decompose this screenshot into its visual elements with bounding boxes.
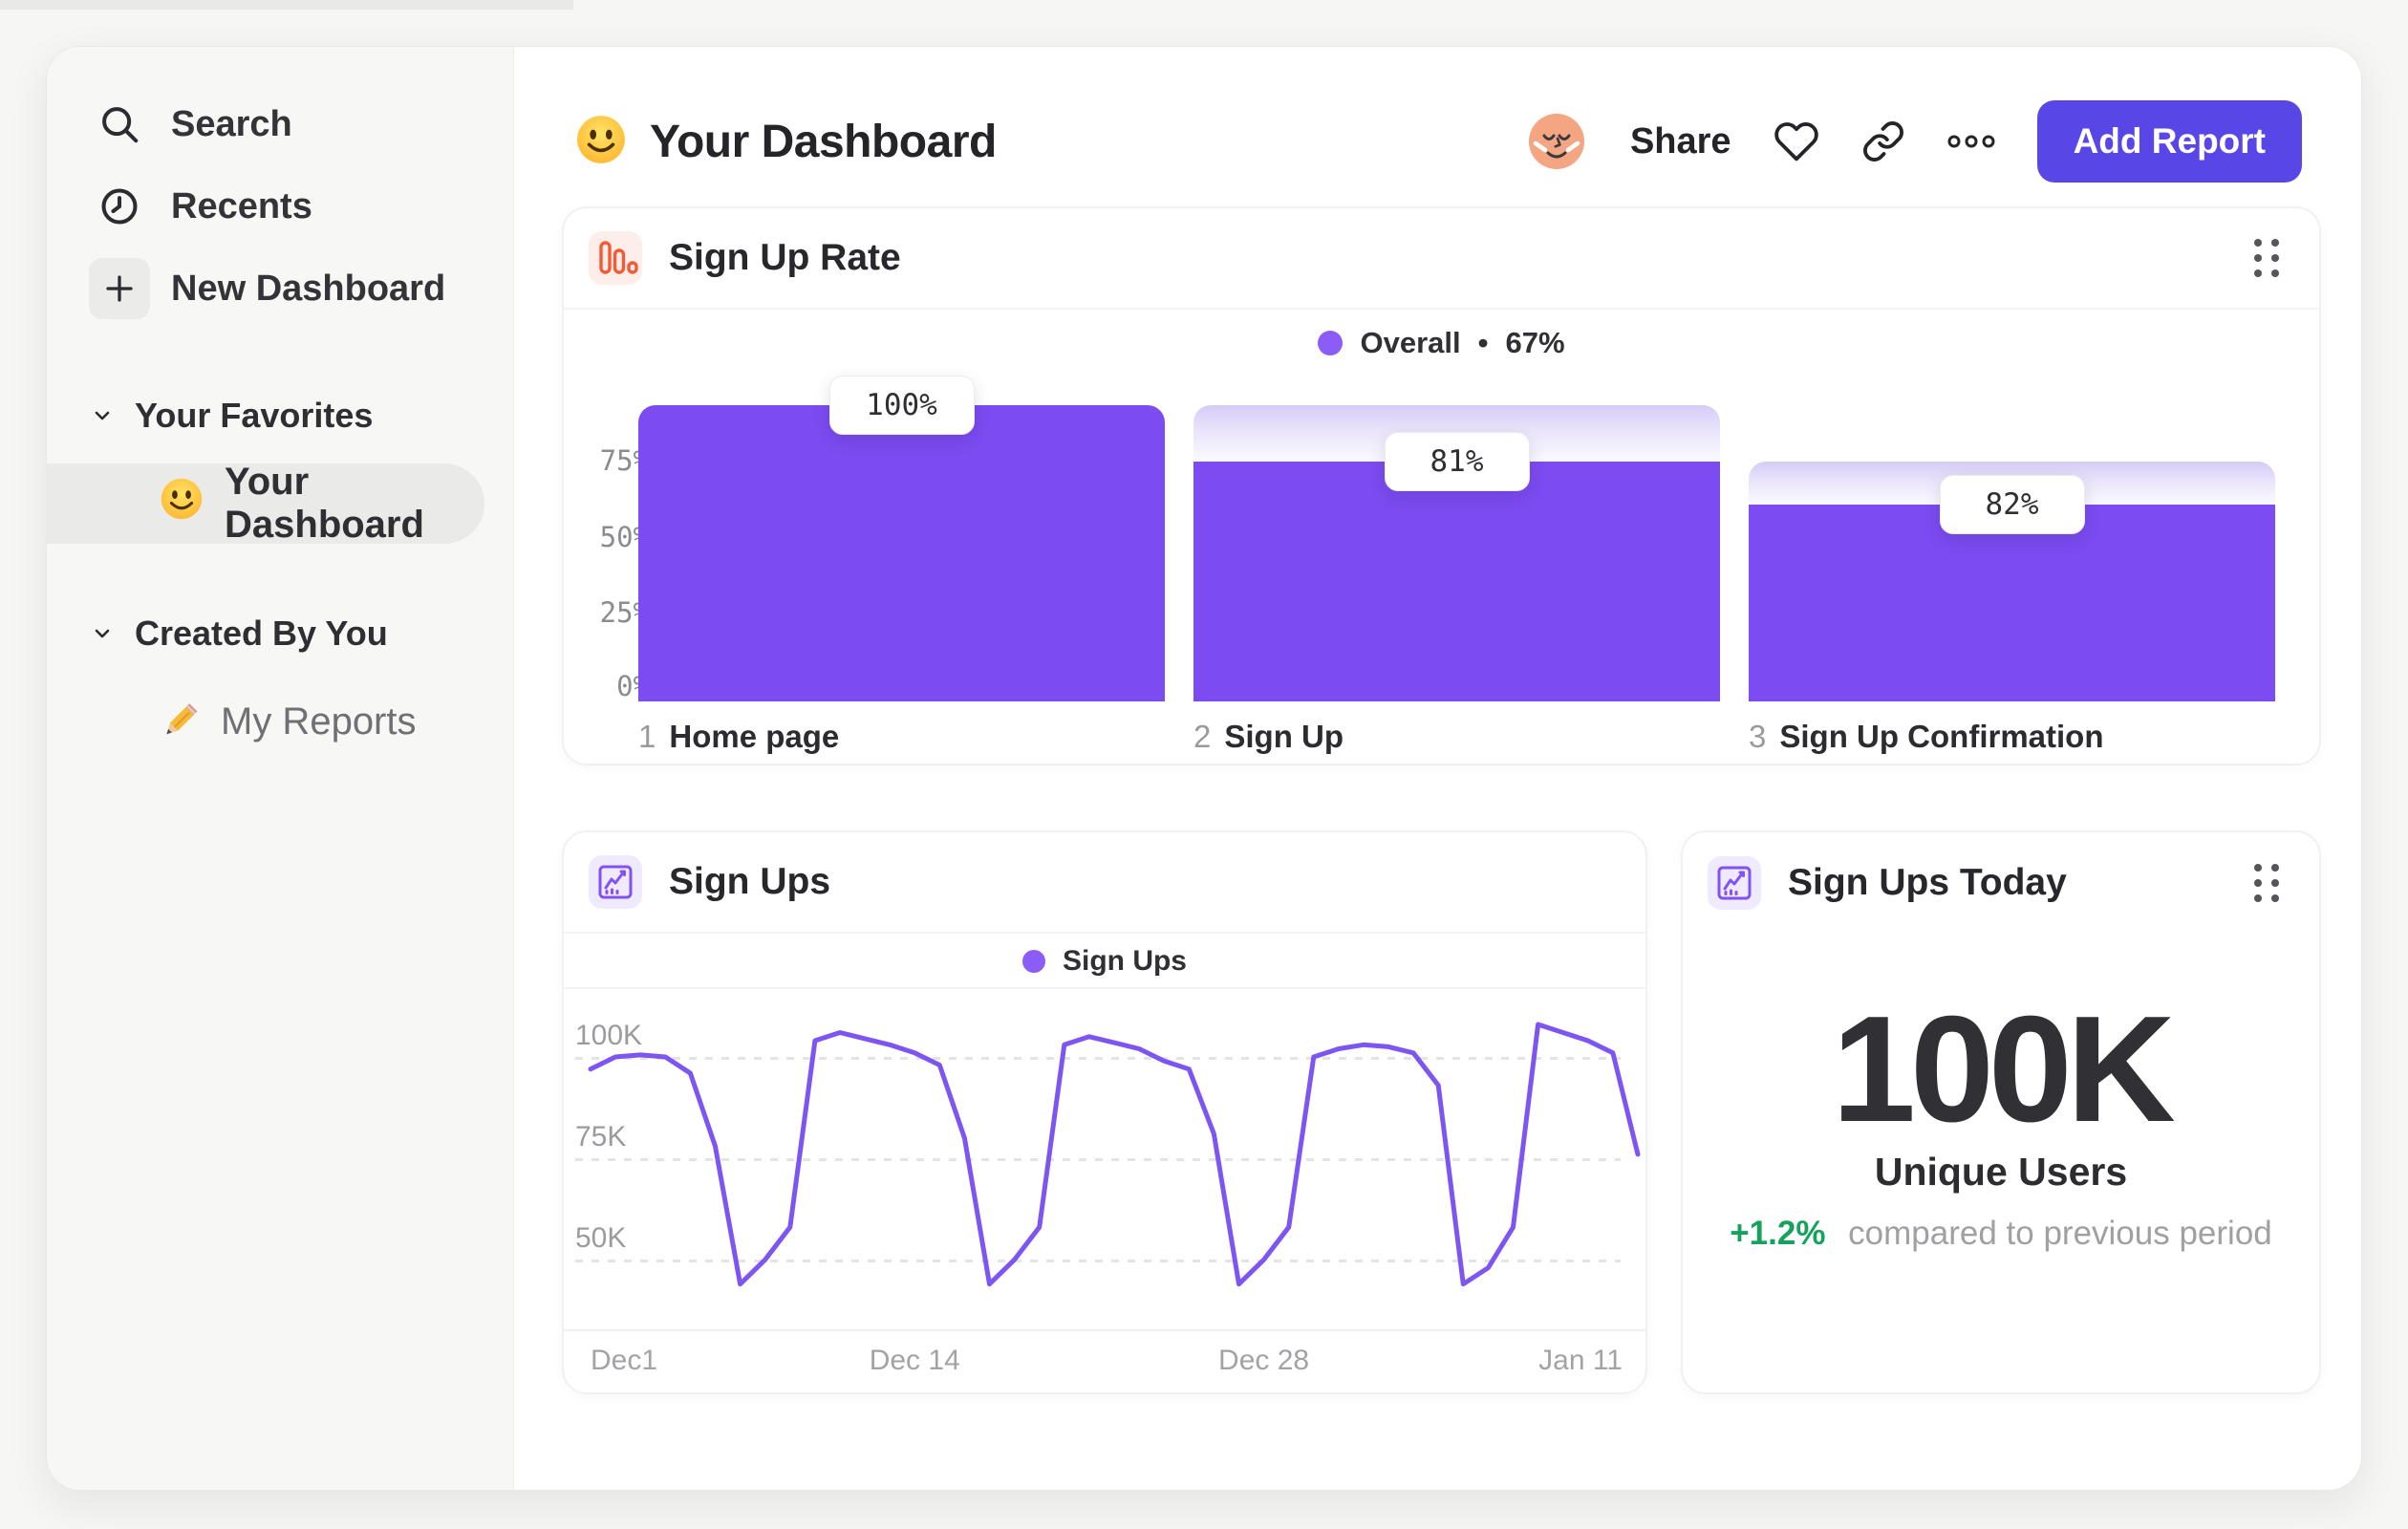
legend-series-value: 67% bbox=[1505, 326, 1565, 359]
favorites-section-header[interactable]: Your Favorites bbox=[47, 389, 513, 442]
category-label: 1 Home page bbox=[638, 719, 1165, 755]
bar-value-tooltip: 100% bbox=[828, 376, 975, 435]
legend-dot bbox=[1318, 331, 1344, 355]
chevron-down-icon bbox=[91, 396, 114, 436]
stat-label: Unique Users bbox=[1874, 1150, 2128, 1194]
sidebar-item-your-dashboard-active[interactable]: Your Dashboard bbox=[47, 461, 484, 546]
category-index: 1 bbox=[638, 719, 656, 754]
x-axis-tick: Dec 28 bbox=[1218, 1345, 1310, 1376]
line-chart-icon bbox=[589, 855, 642, 909]
created-section-header[interactable]: Created By You bbox=[47, 607, 513, 660]
smiley-emoji-icon bbox=[160, 477, 204, 530]
background-tab-strip bbox=[0, 0, 573, 10]
avatar[interactable] bbox=[1525, 110, 1588, 173]
category-name: Sign Up bbox=[1224, 719, 1344, 754]
section-header-label: Created By You bbox=[135, 614, 388, 653]
copy-link-icon[interactable] bbox=[1861, 119, 1905, 163]
signup-rate-card-header: Sign Up Rate bbox=[564, 208, 2319, 310]
sidebar-item-label: My Reports bbox=[221, 700, 417, 743]
pencil-emoji-icon bbox=[160, 696, 202, 747]
sidebar-item-my-reports[interactable]: My Reports bbox=[47, 683, 513, 760]
bar-solid-fill bbox=[638, 405, 1165, 701]
chevron-down-icon bbox=[91, 614, 114, 654]
sidebar-section-created: Created By You My Reports bbox=[47, 607, 513, 760]
sidebar-item-label: Your Dashboard bbox=[225, 461, 424, 546]
funnel-category-labels: 1 Home page 2 Sign Up 3 Sign Up Confirma… bbox=[638, 719, 2275, 755]
share-button[interactable]: Share bbox=[1630, 121, 1731, 162]
bar-value-tooltip: 82% bbox=[1939, 475, 2085, 535]
add-report-button[interactable]: Add Report bbox=[2036, 100, 2302, 183]
legend-dot bbox=[1021, 950, 1045, 973]
favorite-heart-icon[interactable] bbox=[1774, 118, 1819, 164]
signup-rate-card: Sign Up Rate Overall • 67% 75% 50% 25% 0… bbox=[562, 206, 2321, 765]
stat-delta-value: +1.2% bbox=[1730, 1215, 1826, 1252]
bar-solid-fill bbox=[1193, 461, 1720, 701]
sidebar-item-search[interactable]: Search bbox=[47, 83, 513, 165]
bar-chart-icon bbox=[589, 231, 642, 285]
category-index: 2 bbox=[1193, 719, 1212, 754]
signups-card-header: Sign Ups bbox=[564, 832, 1645, 934]
x-axis-line bbox=[564, 1329, 1645, 1331]
category-name: Home page bbox=[669, 719, 840, 754]
signups-today-card: Sign Ups Today 100K Unique Users +1.2% c… bbox=[1681, 830, 2321, 1394]
main-header: Your Dashboard Share Add Report bbox=[514, 47, 2361, 211]
app-window: Search Recents New Dashboard Your Favori… bbox=[46, 46, 2362, 1491]
funnel-plot: 75% 50% 25% 0% 100% 81% 82% bbox=[564, 376, 2275, 702]
line-plot: 100K 75K 50K bbox=[564, 995, 1645, 1329]
section-header-label: Your Favorites bbox=[135, 396, 374, 435]
sidebar-item-new-dashboard[interactable]: New Dashboard bbox=[47, 248, 513, 330]
x-axis-tick: Dec 14 bbox=[869, 1345, 960, 1376]
smiley-emoji-icon bbox=[575, 114, 627, 170]
stat-delta-row: +1.2% compared to previous period bbox=[1683, 1215, 2319, 1253]
page-title: Your Dashboard bbox=[650, 116, 997, 167]
signups-card: Sign Ups Sign Ups 100K 75K 50K Dec1 Dec … bbox=[562, 830, 1647, 1394]
line-legend: Sign Ups bbox=[564, 936, 1645, 989]
signups-today-card-header: Sign Ups Today bbox=[1683, 832, 2319, 934]
x-axis-tick: Dec1 bbox=[591, 1345, 658, 1376]
main-content: Your Dashboard Share Add Report Sign Up … bbox=[514, 47, 2361, 1490]
signups-line-chart[interactable] bbox=[588, 995, 1641, 1329]
card-title: Sign Ups bbox=[669, 861, 831, 902]
title-group: Your Dashboard bbox=[575, 114, 997, 170]
signups-line-path bbox=[588, 1022, 1641, 1287]
sidebar-section-favorites: Your Favorites Your Dashboard bbox=[47, 389, 513, 546]
stat-value: 100K bbox=[1832, 985, 2176, 1153]
sidebar-item-recents[interactable]: Recents bbox=[47, 165, 513, 248]
bar-value-tooltip: 81% bbox=[1384, 431, 1530, 491]
bar-segment[interactable] bbox=[638, 405, 1165, 701]
card-title: Sign Ups Today bbox=[1788, 862, 2067, 903]
header-actions: Share Add Report bbox=[1525, 100, 2302, 183]
legend-separator: • bbox=[1477, 326, 1489, 359]
line-chart-icon bbox=[1708, 856, 1761, 910]
more-options-icon[interactable] bbox=[1947, 133, 1995, 150]
sidebar-item-label: Recents bbox=[171, 185, 312, 226]
sidebar-item-label: New Dashboard bbox=[171, 268, 446, 309]
search-icon bbox=[89, 94, 150, 155]
category-name: Sign Up Confirmation bbox=[1779, 719, 2104, 754]
category-index: 3 bbox=[1749, 719, 1767, 754]
legend-series-name: Sign Ups bbox=[1062, 945, 1187, 977]
category-label: 2 Sign Up bbox=[1193, 719, 1720, 755]
plus-icon bbox=[89, 258, 150, 319]
drag-handle-icon[interactable] bbox=[2250, 235, 2283, 281]
card-title: Sign Up Rate bbox=[669, 237, 901, 278]
funnel-bar-sign-up: 81% bbox=[1193, 390, 1720, 701]
funnel-bar-sign-up-confirmation: 82% bbox=[1749, 390, 2275, 701]
sidebar-item-label: Search bbox=[171, 103, 292, 144]
sidebar: Search Recents New Dashboard Your Favori… bbox=[47, 47, 514, 1490]
stat-delta-caption: compared to previous period bbox=[1848, 1215, 2272, 1252]
legend-series-name: Overall bbox=[1360, 326, 1461, 359]
clock-icon bbox=[89, 176, 150, 237]
x-axis-tick: Jan 11 bbox=[1538, 1345, 1623, 1376]
x-axis-ticks: Dec1 Dec 14 Dec 28 Jan 11 bbox=[564, 1345, 1645, 1387]
funnel-bars: 100% 81% 82% bbox=[638, 376, 2275, 701]
funnel-bar-home-page: 100% bbox=[638, 376, 1165, 701]
category-label: 3 Sign Up Confirmation bbox=[1749, 719, 2275, 755]
funnel-legend: Overall • 67% bbox=[564, 315, 2319, 371]
drag-handle-icon[interactable] bbox=[2250, 860, 2283, 906]
